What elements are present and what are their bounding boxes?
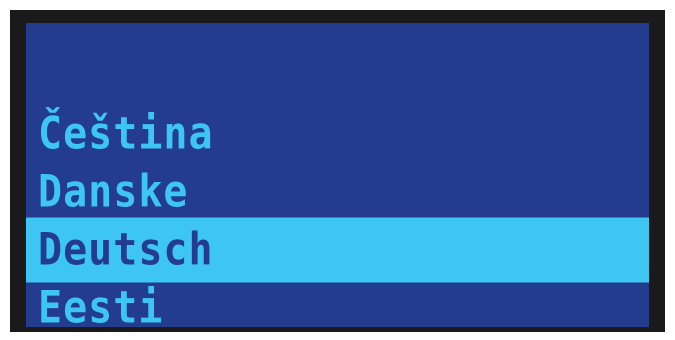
display-screen: Čeština Danske Deutsch Eesti [26, 23, 649, 327]
device-bezel: Čeština Danske Deutsch Eesti [10, 10, 665, 332]
language-item-deutsch[interactable]: Deutsch [26, 217, 649, 283]
language-menu: Čeština Danske Deutsch Eesti [26, 105, 649, 327]
language-item-eesti[interactable]: Eesti [26, 276, 649, 327]
language-item-cestina[interactable]: Čeština [26, 102, 649, 167]
language-item-danske[interactable]: Danske [26, 160, 649, 225]
